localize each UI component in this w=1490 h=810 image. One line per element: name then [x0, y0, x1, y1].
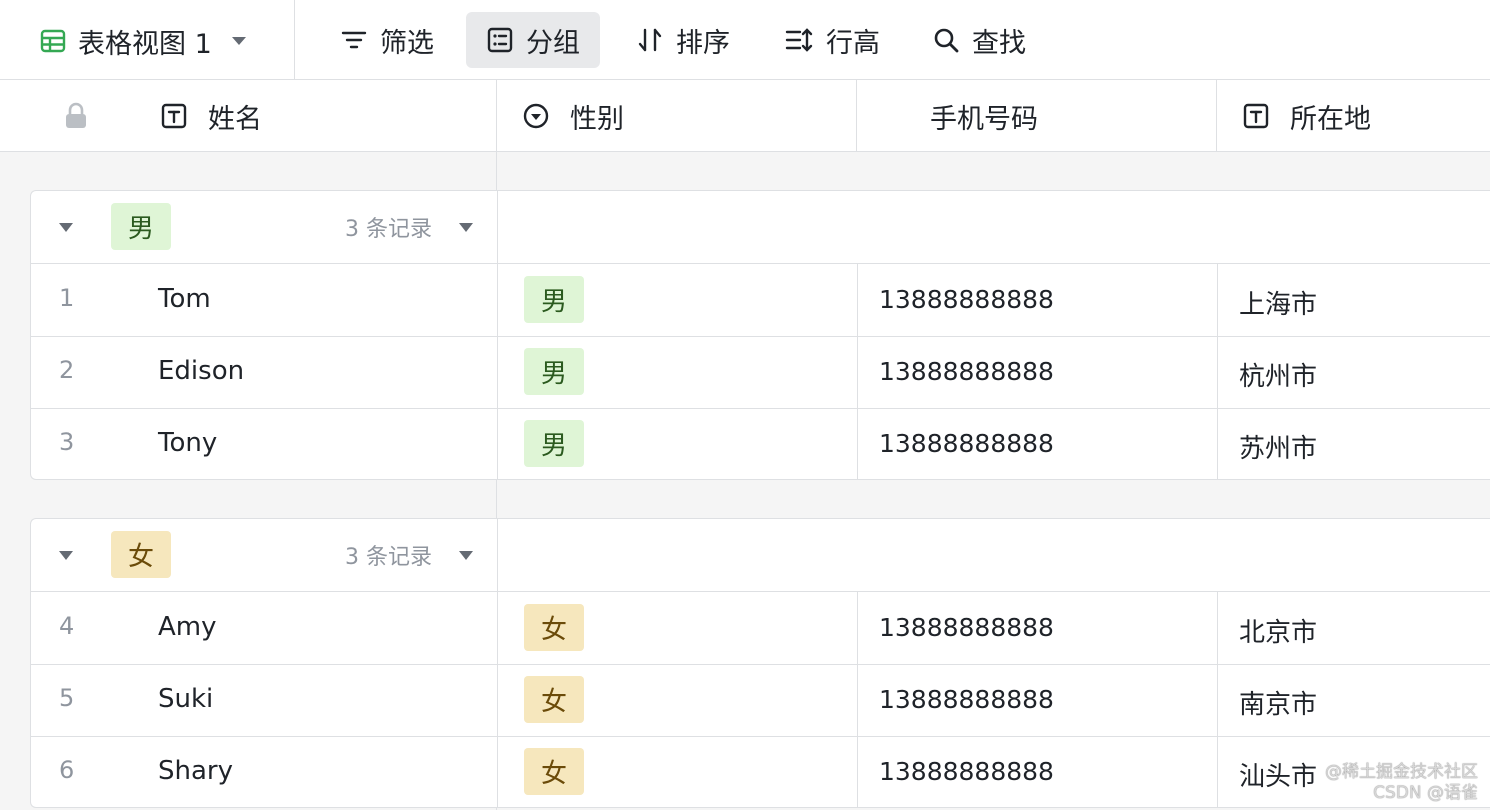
column-header-gender[interactable]: 性别 — [522, 80, 624, 152]
cell-phone[interactable]: 13888888888 — [879, 429, 1054, 458]
column-divider — [1217, 264, 1218, 479]
chevron-down-icon[interactable] — [231, 37, 246, 45]
column-divider — [497, 191, 498, 479]
single-select-icon — [523, 103, 549, 129]
table-row[interactable]: 6 Shary 女 13888888888 汕头市 — [31, 736, 1490, 807]
group-male: 男 3 条记录 1 Tom 男 13888888888 上海市 2 Edison… — [30, 190, 1490, 480]
group-record-count: 3 条记录 — [345, 545, 432, 570]
cell-phone[interactable]: 13888888888 — [879, 685, 1054, 714]
cell-gender-tag[interactable]: 男 — [524, 276, 584, 323]
group-icon — [487, 27, 513, 53]
column-gender-label: 性别 — [570, 103, 624, 135]
cell-name[interactable]: Tony — [158, 428, 217, 458]
cell-phone[interactable]: 13888888888 — [879, 357, 1054, 386]
group-header: 女 3 条记录 — [31, 519, 1490, 592]
column-header-row: 姓名 性别 手机号码 所在地 — [0, 80, 1490, 152]
cell-name[interactable]: Edison — [158, 356, 244, 386]
lock-icon — [66, 102, 86, 128]
column-header-phone[interactable]: 手机号码 — [930, 80, 1038, 152]
column-divider — [1216, 80, 1217, 152]
watermark: @稀土掘金技术社区 CSDN @语雀 — [1325, 762, 1478, 804]
sort-label: 排序 — [676, 27, 730, 59]
row-number: 2 — [59, 356, 75, 384]
text-field-icon — [1243, 103, 1269, 129]
cell-gender-tag[interactable]: 男 — [524, 348, 584, 395]
search-icon — [934, 28, 959, 53]
find-label: 查找 — [972, 27, 1026, 59]
column-phone-label: 手机号码 — [930, 103, 1038, 135]
cell-gender-tag[interactable]: 女 — [524, 604, 584, 651]
watermark-line: @稀土掘金技术社区 — [1325, 762, 1478, 782]
column-name-label: 姓名 — [208, 103, 262, 135]
column-divider — [857, 264, 858, 479]
column-divider — [496, 80, 497, 152]
row-number: 4 — [59, 612, 75, 640]
group-options-chevron-icon[interactable] — [459, 551, 473, 560]
group-label: 分组 — [526, 27, 580, 59]
group-tag: 女 — [111, 531, 171, 578]
table-row[interactable]: 4 Amy 女 13888888888 北京市 — [31, 592, 1490, 665]
filter-icon — [341, 31, 367, 49]
view-name: 表格视图 1 — [78, 28, 212, 60]
filter-label: 筛选 — [380, 27, 434, 59]
sort-icon — [638, 28, 662, 52]
column-location-label: 所在地 — [1290, 103, 1371, 135]
collapse-caret-icon[interactable] — [59, 223, 73, 232]
column-divider — [497, 519, 498, 807]
cell-location[interactable]: 苏州市 — [1239, 428, 1317, 465]
row-number: 6 — [59, 756, 75, 784]
cell-location[interactable]: 上海市 — [1239, 284, 1317, 321]
cell-location[interactable]: 南京市 — [1239, 684, 1317, 721]
toolbar: 表格视图 1 筛选 分组 排序 行高 查找 — [0, 0, 1490, 80]
cell-location[interactable]: 北京市 — [1239, 612, 1317, 649]
group-female: 女 3 条记录 4 Amy 女 13888888888 北京市 5 Suki 女… — [30, 518, 1490, 808]
cell-phone[interactable]: 13888888888 — [879, 613, 1054, 642]
find-button[interactable]: 查找 — [912, 12, 1046, 68]
column-divider — [857, 592, 858, 807]
row-height-icon — [785, 28, 813, 52]
table-row[interactable]: 3 Tony 男 13888888888 苏州市 — [31, 408, 1490, 479]
table-row[interactable]: 5 Suki 女 13888888888 南京市 — [31, 664, 1490, 737]
cell-location[interactable]: 汕头市 — [1239, 756, 1317, 793]
cell-phone[interactable]: 13888888888 — [879, 757, 1054, 786]
row-number: 1 — [59, 284, 75, 312]
text-field-icon — [161, 103, 187, 129]
row-number: 5 — [59, 684, 75, 712]
cell-gender-tag[interactable]: 女 — [524, 676, 584, 723]
cell-name[interactable]: Tom — [158, 284, 211, 314]
watermark-line: CSDN @语雀 — [1373, 783, 1478, 803]
group-header: 男 3 条记录 — [31, 191, 1490, 264]
sort-button[interactable]: 排序 — [616, 12, 750, 68]
row-height-button[interactable]: 行高 — [764, 12, 900, 68]
column-header-location[interactable]: 所在地 — [1242, 80, 1371, 152]
group-options-chevron-icon[interactable] — [459, 223, 473, 232]
cell-name[interactable]: Suki — [158, 684, 213, 714]
group-tag: 男 — [111, 203, 171, 250]
table-view-icon — [40, 29, 66, 53]
cell-gender-tag[interactable]: 男 — [524, 420, 584, 467]
group-button[interactable]: 分组 — [466, 12, 600, 68]
table-row[interactable]: 1 Tom 男 13888888888 上海市 — [31, 264, 1490, 337]
table-row[interactable]: 2 Edison 男 13888888888 杭州市 — [31, 336, 1490, 409]
row-number: 3 — [59, 428, 75, 456]
group-record-count: 3 条记录 — [345, 217, 432, 242]
column-divider — [1217, 592, 1218, 807]
filter-button[interactable]: 筛选 — [320, 12, 454, 68]
row-height-label: 行高 — [826, 27, 880, 59]
column-header-name[interactable]: 姓名 — [160, 80, 262, 152]
column-divider — [856, 80, 857, 152]
toolbar-divider — [294, 0, 295, 80]
cell-name[interactable]: Amy — [158, 612, 217, 642]
view-switcher[interactable]: 表格视图 1 — [40, 22, 246, 60]
cell-name[interactable]: Shary — [158, 756, 233, 786]
cell-location[interactable]: 杭州市 — [1239, 356, 1317, 393]
collapse-caret-icon[interactable] — [59, 551, 73, 560]
cell-gender-tag[interactable]: 女 — [524, 748, 584, 795]
cell-phone[interactable]: 13888888888 — [879, 285, 1054, 314]
